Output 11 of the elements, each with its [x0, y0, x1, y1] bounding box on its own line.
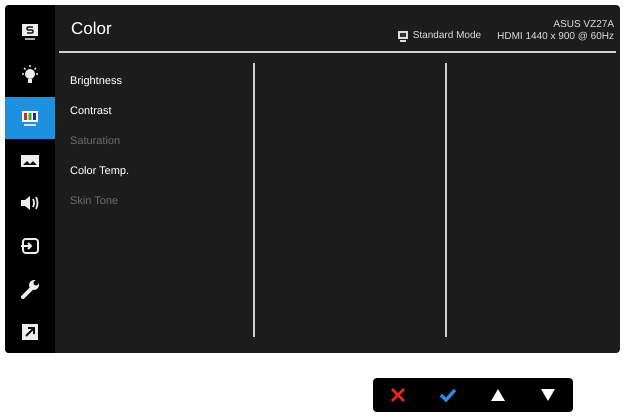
monitor-icon — [396, 30, 409, 42]
menu-title: Color — [71, 18, 112, 40]
menu-item[interactable]: Color Temp. — [70, 161, 253, 181]
mode-label: Standard Mode — [412, 29, 482, 43]
wrench-icon — [19, 278, 41, 300]
model-label: ASUS VZ27A — [553, 19, 614, 31]
signal-label: HDMI 1440 x 900 @ 60Hz — [497, 31, 614, 43]
close-icon — [388, 385, 408, 405]
menu-item[interactable]: Contrast — [70, 101, 253, 121]
sidebar-tab[interactable] — [5, 96, 55, 140]
menu-item[interactable]: Brightness — [70, 71, 253, 91]
